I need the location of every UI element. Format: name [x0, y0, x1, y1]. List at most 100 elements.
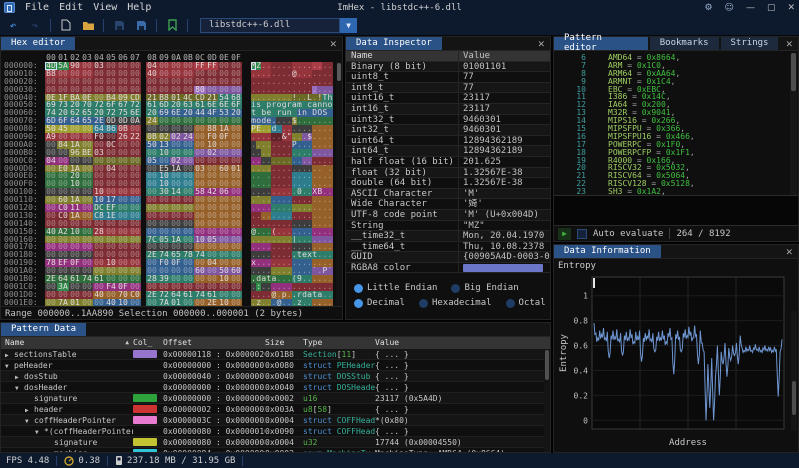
- inspector-row[interactable]: Wide Character'婍': [346, 199, 550, 210]
- inspector-row[interactable]: String"MZ": [346, 221, 550, 232]
- ascii-char[interactable]: .: [327, 220, 332, 228]
- tab-hex-editor[interactable]: Hex editor: [1, 37, 75, 50]
- close-icon[interactable]: ✕: [780, 248, 798, 258]
- ascii-char[interactable]: .: [327, 251, 332, 259]
- ascii-char[interactable]: o: [327, 101, 332, 109]
- undo-icon[interactable]: ↶: [6, 19, 20, 32]
- ascii-char[interactable]: .: [327, 125, 332, 133]
- inspector-row[interactable]: int16_t23117: [346, 104, 550, 115]
- ascii-char[interactable]: `: [327, 267, 332, 275]
- menu-view[interactable]: View: [93, 2, 117, 13]
- menu-help[interactable]: Help: [127, 2, 151, 13]
- hex-byte[interactable]: 01: [170, 299, 182, 306]
- redo-icon[interactable]: ↷: [28, 19, 42, 32]
- ascii-char[interactable]: .: [327, 196, 332, 204]
- data-information-scrollbar[interactable]: [791, 311, 797, 431]
- col-type[interactable]: Type: [303, 337, 375, 349]
- chevron-right-icon[interactable]: ▶: [25, 405, 34, 414]
- gear-icon[interactable]: ⚙: [704, 3, 712, 13]
- ascii-char[interactable]: .: [327, 141, 332, 149]
- ascii-char[interactable]: h: [327, 94, 332, 102]
- close-icon[interactable]: ✕: [324, 40, 342, 50]
- code-line[interactable]: 11I386 = 0x14C,: [554, 93, 798, 101]
- bookmark-icon[interactable]: [165, 19, 179, 32]
- hex-byte[interactable]: 10: [117, 299, 129, 306]
- code-line[interactable]: 18POWERPCFP = 0x1F1,: [554, 149, 798, 157]
- chevron-down-icon[interactable]: ▼: [340, 18, 357, 33]
- hex-scrollbar[interactable]: [336, 62, 342, 306]
- pattern-editor-scrollbar[interactable]: [790, 53, 797, 195]
- hex-byte[interactable]: 7A: [57, 299, 69, 306]
- ascii-char[interactable]: .: [327, 157, 332, 165]
- inspector-row[interactable]: int8_t77: [346, 83, 550, 94]
- pattern-data-row[interactable]: ▼peHeader0x00000000 : 0x00000070x0080str…: [1, 360, 550, 371]
- col-color[interactable]: Col_: [133, 337, 163, 349]
- hex-byte[interactable]: 00: [182, 299, 194, 306]
- tab-pattern-data[interactable]: Pattern Data: [1, 323, 86, 336]
- pattern-data-row[interactable]: ▶header0x00000002 : 0x00000030x003Au8[58…: [1, 404, 550, 415]
- ascii-char[interactable]: .: [327, 291, 332, 299]
- pattern-data-row[interactable]: ▼*(coffHeaderPointer)0x00000080 : 0x0000…: [1, 426, 550, 437]
- hex-byte[interactable]: 00: [81, 299, 93, 306]
- ascii-char[interactable]: .: [327, 236, 332, 244]
- minimize-button[interactable]: —: [746, 3, 755, 13]
- chevron-right-icon[interactable]: ▶: [15, 372, 24, 381]
- inspector-row[interactable]: Binary (8 bit)01001101: [346, 62, 550, 73]
- pattern-data-row[interactable]: signature0x00000000 : 0x00000000x0002u16…: [1, 393, 550, 404]
- radio-little-endian[interactable]: Little Endian: [354, 283, 437, 293]
- col-offset[interactable]: Offset: [163, 337, 265, 349]
- chevron-down-icon[interactable]: ▼: [25, 416, 34, 425]
- run-pattern-button[interactable]: ▶: [558, 228, 571, 240]
- ascii-char[interactable]: .: [327, 70, 332, 78]
- open-folder-icon[interactable]: [81, 19, 95, 32]
- hex-byte[interactable]: 00: [45, 299, 57, 306]
- inspector-row[interactable]: half float (16 bit)201.625: [346, 157, 550, 168]
- chevron-down-icon[interactable]: ▼: [35, 427, 44, 436]
- ascii-char[interactable]: .: [327, 133, 332, 141]
- pattern-code-editor[interactable]: 6AMD64 = 0x8664,7ARM = 0x1C0,8ARM64 = 0x…: [554, 51, 798, 195]
- menu-edit[interactable]: Edit: [59, 2, 83, 13]
- tab-data-inspector[interactable]: Data Inspector: [346, 37, 442, 50]
- inspector-row[interactable]: uint8_t77: [346, 72, 550, 83]
- tab-pattern-editor[interactable]: Pattern editor: [554, 37, 648, 50]
- ascii-char[interactable]: .: [327, 86, 332, 94]
- code-line[interactable]: 9ARMNT = 0x1C4,: [554, 78, 798, 86]
- ascii-char[interactable]: .: [327, 212, 332, 220]
- inspector-row[interactable]: __time64_tThu, 10.08.2378 09:16:29: [346, 242, 550, 253]
- ascii-char[interactable]: .: [327, 78, 332, 86]
- ascii-char[interactable]: .: [327, 180, 332, 188]
- code-line[interactable]: 10EBC = 0xEBC,: [554, 86, 798, 94]
- inspector-row[interactable]: ASCII Character'M': [346, 189, 550, 200]
- save-icon[interactable]: [112, 19, 126, 32]
- ascii-char[interactable]: .: [327, 283, 332, 291]
- ascii-char[interactable]: [327, 109, 332, 117]
- pattern-data-row[interactable]: signature0x00000080 : 0x00000080x0004u32…: [1, 437, 550, 448]
- file-selector-value[interactable]: libstdc++-6.dll: [200, 18, 340, 33]
- hex-byte[interactable]: 00: [93, 299, 105, 306]
- ascii-char[interactable]: .: [327, 172, 332, 180]
- maximize-button[interactable]: ▢: [767, 3, 776, 13]
- close-icon[interactable]: ✕: [532, 40, 550, 50]
- pattern-data-row[interactable]: ▼dosHeader0x00000000 : 0x00000030x0040st…: [1, 382, 550, 393]
- hex-byte[interactable]: 00: [129, 299, 141, 306]
- tab-data-information[interactable]: Data Information: [554, 245, 661, 258]
- inspector-row[interactable]: double (64 bit)1.32567E-38: [346, 178, 550, 189]
- tab-bookmarks[interactable]: Bookmarks: [650, 37, 719, 50]
- ascii-char[interactable]: .: [327, 149, 332, 157]
- hex-byte[interactable]: 2E: [206, 299, 218, 306]
- ascii-char[interactable]: .: [327, 259, 332, 267]
- radio-decimal[interactable]: Decimal: [354, 298, 405, 308]
- pattern-console[interactable]: [554, 195, 798, 225]
- code-line[interactable]: 8ARM64 = 0xAA64,: [554, 70, 798, 78]
- ascii-char[interactable]: .: [327, 204, 332, 212]
- inspector-row[interactable]: float (32 bit)1.32567E-38: [346, 168, 550, 179]
- ascii-char[interactable]: .: [327, 243, 332, 251]
- code-line[interactable]: 12IA64 = 0x200,: [554, 101, 798, 109]
- ascii-char[interactable]: .: [327, 275, 332, 283]
- ascii-char[interactable]: .: [327, 188, 332, 196]
- hex-byte[interactable]: 10: [218, 299, 230, 306]
- inspector-row[interactable]: int32_t9460301: [346, 125, 550, 136]
- ascii-char[interactable]: .: [327, 62, 332, 70]
- pattern-data-row[interactable]: ▶sectionsTable0x00000118 : 0x000002C0x01…: [1, 349, 550, 360]
- hex-byte[interactable]: 40: [105, 299, 117, 306]
